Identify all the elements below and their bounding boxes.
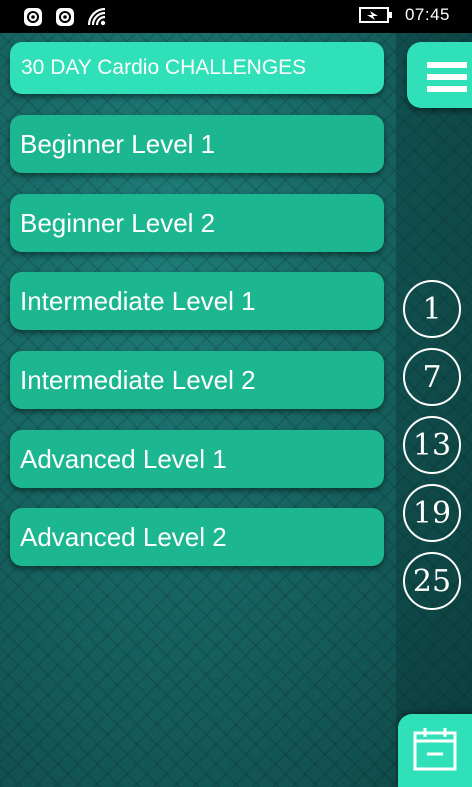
day-circle-1[interactable]: 1 bbox=[403, 280, 461, 338]
level-item-beginner-1[interactable]: Beginner Level 1 bbox=[10, 115, 384, 173]
day-circle-25[interactable]: 25 bbox=[403, 552, 461, 610]
status-bar: 07:45 bbox=[0, 0, 472, 33]
status-notifications bbox=[22, 6, 108, 28]
notification-app-icon bbox=[24, 8, 42, 26]
wifi-icon bbox=[87, 7, 106, 26]
level-item-advanced-2[interactable]: Advanced Level 2 bbox=[10, 508, 384, 566]
notification-app-icon bbox=[56, 8, 74, 26]
status-time: 07:45 bbox=[404, 5, 450, 24]
level-item-intermediate-1[interactable]: Intermediate Level 1 bbox=[10, 272, 384, 330]
battery-charging-icon bbox=[358, 7, 392, 23]
day-circle-19[interactable]: 19 bbox=[403, 484, 461, 542]
day-circle-13[interactable]: 13 bbox=[403, 416, 461, 474]
menu-button[interactable] bbox=[407, 42, 472, 108]
level-item-intermediate-2[interactable]: Intermediate Level 2 bbox=[10, 351, 384, 409]
status-system: 07:45 bbox=[358, 5, 450, 25]
day-sidebar bbox=[396, 33, 472, 787]
day-circle-7[interactable]: 7 bbox=[403, 348, 461, 406]
calendar-button[interactable] bbox=[398, 714, 472, 787]
level-item-beginner-2[interactable]: Beginner Level 2 bbox=[10, 194, 384, 252]
calendar-icon bbox=[413, 728, 457, 771]
page-title: 30 DAY Cardio CHALLENGES bbox=[10, 42, 384, 94]
level-item-advanced-1[interactable]: Advanced Level 1 bbox=[10, 430, 384, 488]
